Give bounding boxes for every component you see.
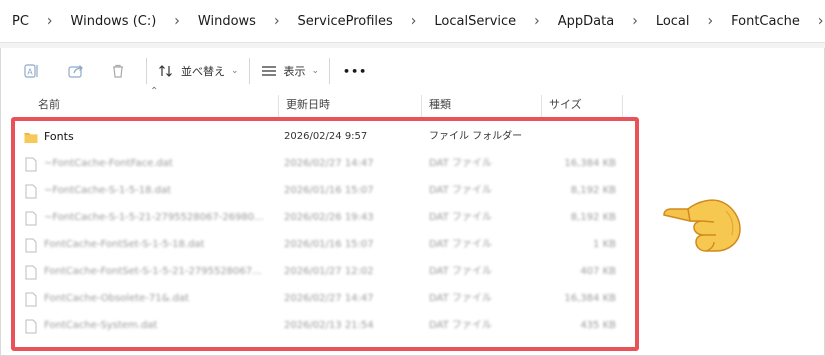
breadcrumb: PC › Windows (C:) › Windows › ServicePro… [0,0,825,42]
breadcrumb-item-windows[interactable]: Windows [198,14,256,29]
highlight-box [11,117,639,351]
chevron-right-icon[interactable]: › [274,12,280,30]
more-options-button[interactable]: ••• [340,56,370,86]
column-divider[interactable] [622,95,623,117]
pointing-hand-icon [663,199,741,252]
view-button[interactable]: 表示 ⌄ [260,56,320,86]
toolbar-separator [146,58,147,84]
breadcrumb-divider [0,42,825,48]
delete-button[interactable] [100,56,136,86]
chevron-down-icon: ⌄ [231,66,239,76]
chevron-right-icon[interactable]: › [47,12,53,30]
sort-label: 並べ替え [181,65,225,78]
breadcrumb-item-fontcache[interactable]: FontCache [731,14,800,29]
rename-button[interactable]: A [14,56,50,86]
chevron-right-icon[interactable]: › [708,12,714,30]
column-divider[interactable] [421,95,422,117]
breadcrumb-item-local[interactable]: Local [656,14,690,29]
command-bar: A 並べ替え ⌄ 表示 ⌄ ••• [0,49,825,93]
column-divider[interactable] [278,95,279,117]
chevron-right-icon[interactable]: › [818,12,824,30]
column-header-date[interactable]: 更新日時 [286,93,330,117]
column-header-size[interactable]: サイズ [549,93,582,117]
chevron-down-icon: ⌄ [311,66,320,76]
toolbar-separator [248,58,250,84]
column-header-type[interactable]: 種類 [429,93,451,117]
chevron-right-icon[interactable]: › [632,12,638,30]
column-divider[interactable] [541,95,542,117]
sort-ascending-icon: ⌃ [150,86,159,97]
breadcrumb-item-pc[interactable]: PC [12,14,29,29]
breadcrumb-item-serviceprofiles[interactable]: ServiceProfiles [298,14,393,29]
share-icon [68,65,83,78]
column-header-name[interactable]: 名前 [38,93,60,117]
rename-icon: A [24,64,38,78]
chevron-right-icon[interactable]: › [411,12,417,30]
breadcrumb-item-windows-c[interactable]: Windows (C:) [71,14,157,29]
chevron-right-icon[interactable]: › [534,12,540,30]
breadcrumb-item-appdata[interactable]: AppData [558,14,614,29]
share-button[interactable] [58,56,94,86]
sort-button[interactable]: 並べ替え ⌄ [157,56,239,86]
column-header-row: ⌃ 名前 更新日時 種類 サイズ [0,86,825,117]
sort-icon [159,65,172,77]
chevron-right-icon[interactable]: › [174,12,180,30]
toolbar-separator [329,58,331,84]
delete-icon [113,64,123,78]
view-icon [261,66,276,76]
svg-text:A: A [27,68,33,77]
view-label: 表示 [283,65,306,78]
breadcrumb-item-localservice[interactable]: LocalService [434,14,516,29]
